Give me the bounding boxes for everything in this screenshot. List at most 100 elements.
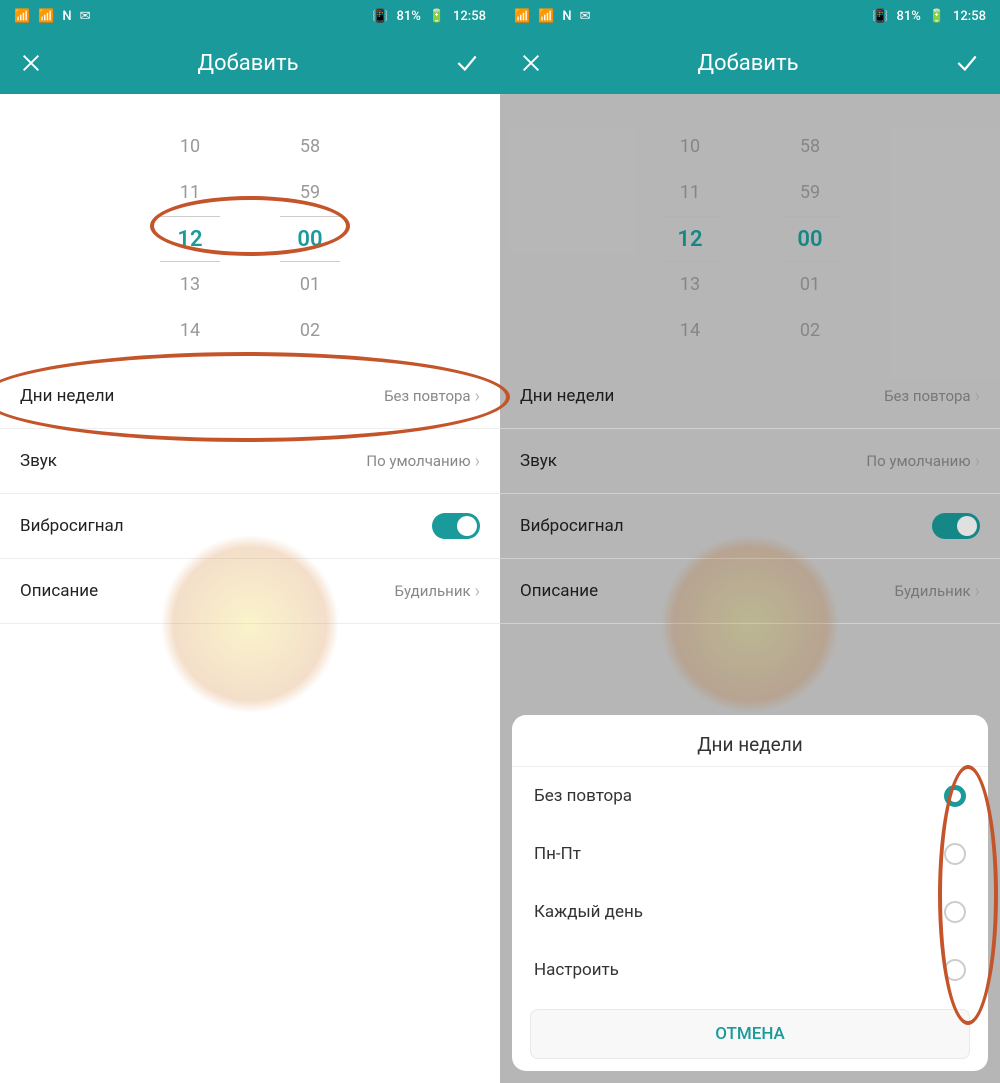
vibrate-label: Вибросигнал bbox=[20, 516, 124, 536]
description-label: Описание bbox=[520, 581, 598, 601]
minute-option: 59 bbox=[800, 170, 820, 216]
signal-icon-2: 📶 bbox=[538, 9, 554, 24]
app-bar: Добавить bbox=[500, 32, 1000, 94]
status-time: 12:58 bbox=[953, 9, 986, 24]
hour-selected: 12 bbox=[160, 216, 220, 262]
minute-wheel: 58 59 00 01 02 bbox=[780, 124, 840, 354]
close-icon[interactable] bbox=[520, 52, 542, 74]
page-title: Добавить bbox=[697, 51, 798, 76]
days-label: Дни недели bbox=[520, 386, 614, 406]
phone-right: 📶 📶 N ✉ 📳 81% 🔋 12:58 Добавить 10 11 12 bbox=[500, 0, 1000, 1083]
mail-icon: ✉ bbox=[580, 9, 591, 24]
status-bar: 📶 📶 N ✉ 📳 81% 🔋 12:58 bbox=[0, 0, 500, 32]
description-label: Описание bbox=[20, 581, 98, 601]
sheet-title: Дни недели bbox=[512, 715, 988, 767]
nfc-icon: N bbox=[562, 9, 571, 24]
hour-wheel: 10 11 12 13 14 bbox=[660, 124, 720, 354]
minute-option: 02 bbox=[300, 308, 320, 354]
minute-option: 01 bbox=[800, 262, 820, 308]
hour-option: 11 bbox=[680, 170, 700, 216]
minute-option: 58 bbox=[800, 124, 820, 170]
hour-selected: 12 bbox=[660, 216, 720, 262]
close-icon[interactable] bbox=[20, 52, 42, 74]
vibrate-toggle bbox=[932, 513, 980, 539]
hour-option: 14 bbox=[180, 308, 200, 354]
minute-wheel[interactable]: 58 59 00 01 02 bbox=[280, 124, 340, 354]
sound-label: Звук bbox=[520, 451, 557, 471]
sound-value: По умолчанию bbox=[866, 452, 970, 470]
description-row: Описание Будильник › bbox=[500, 559, 1000, 624]
vibrate-mode-icon: 📳 bbox=[372, 9, 388, 24]
radio-button[interactable] bbox=[944, 959, 966, 981]
vibrate-mode-icon: 📳 bbox=[872, 9, 888, 24]
phone-left: 📶 📶 N ✉ 📳 81% 🔋 12:58 Добавить 10 11 12 bbox=[0, 0, 500, 1083]
hour-option: 10 bbox=[180, 124, 200, 170]
battery-icon: 🔋 bbox=[929, 9, 945, 24]
signal-icon: 📶 bbox=[514, 9, 530, 24]
hour-option: 13 bbox=[680, 262, 700, 308]
nfc-icon: N bbox=[62, 9, 71, 24]
signal-icon: 📶 bbox=[14, 9, 30, 24]
days-row[interactable]: Дни недели Без повтора › bbox=[0, 364, 500, 429]
chevron-right-icon: › bbox=[475, 451, 480, 472]
cancel-button[interactable]: ОТМЕНА bbox=[530, 1009, 970, 1059]
days-value: Без повтора bbox=[884, 387, 971, 405]
option-label: Настроить bbox=[534, 960, 619, 980]
hour-wheel[interactable]: 10 11 12 13 14 bbox=[160, 124, 220, 354]
content-area: 10 11 12 13 14 58 59 00 01 02 Дни недели… bbox=[500, 94, 1000, 1083]
days-label: Дни недели bbox=[20, 386, 114, 406]
chevron-right-icon: › bbox=[975, 581, 980, 602]
status-time: 12:58 bbox=[453, 9, 486, 24]
time-picker[interactable]: 10 11 12 13 14 58 59 00 01 02 bbox=[0, 94, 500, 364]
signal-icon-2: 📶 bbox=[38, 9, 54, 24]
page-title: Добавить bbox=[197, 51, 298, 76]
chevron-right-icon: › bbox=[475, 581, 480, 602]
description-value: Будильник bbox=[895, 582, 971, 600]
battery-icon: 🔋 bbox=[429, 9, 445, 24]
mail-icon: ✉ bbox=[80, 9, 91, 24]
minute-option: 01 bbox=[300, 262, 320, 308]
content-area: 10 11 12 13 14 58 59 00 01 02 Дни недели… bbox=[0, 94, 500, 1083]
description-row[interactable]: Описание Будильник › bbox=[0, 559, 500, 624]
description-value: Будильник bbox=[395, 582, 471, 600]
app-bar: Добавить bbox=[0, 32, 500, 94]
radio-button[interactable] bbox=[944, 785, 966, 807]
radio-option-everyday[interactable]: Каждый день bbox=[512, 883, 988, 941]
vibrate-row: Вибросигнал bbox=[500, 494, 1000, 559]
radio-option-no-repeat[interactable]: Без повтора bbox=[512, 767, 988, 825]
radio-option-weekdays[interactable]: Пн-Пт bbox=[512, 825, 988, 883]
minute-option: 02 bbox=[800, 308, 820, 354]
days-row: Дни недели Без повтора › bbox=[500, 364, 1000, 429]
hour-option: 14 bbox=[680, 308, 700, 354]
confirm-icon[interactable] bbox=[454, 50, 480, 76]
minute-selected: 00 bbox=[780, 216, 840, 262]
days-bottom-sheet: Дни недели Без повтора Пн-Пт Каждый день… bbox=[512, 715, 988, 1071]
confirm-icon[interactable] bbox=[954, 50, 980, 76]
option-label: Без повтора bbox=[534, 786, 632, 806]
sound-row: Звук По умолчанию › bbox=[500, 429, 1000, 494]
vibrate-toggle[interactable] bbox=[432, 513, 480, 539]
vibrate-label: Вибросигнал bbox=[520, 516, 624, 536]
radio-button[interactable] bbox=[944, 843, 966, 865]
hour-option: 10 bbox=[680, 124, 700, 170]
battery-percent: 81% bbox=[396, 9, 420, 24]
chevron-right-icon: › bbox=[975, 386, 980, 407]
hour-option: 11 bbox=[180, 170, 200, 216]
chevron-right-icon: › bbox=[475, 386, 480, 407]
minute-selected: 00 bbox=[280, 216, 340, 262]
status-bar: 📶 📶 N ✉ 📳 81% 🔋 12:58 bbox=[500, 0, 1000, 32]
sound-value: По умолчанию bbox=[366, 452, 470, 470]
days-value: Без повтора bbox=[384, 387, 471, 405]
radio-option-custom[interactable]: Настроить bbox=[512, 941, 988, 999]
battery-percent: 81% bbox=[896, 9, 920, 24]
vibrate-row: Вибросигнал bbox=[0, 494, 500, 559]
chevron-right-icon: › bbox=[975, 451, 980, 472]
sound-row[interactable]: Звук По умолчанию › bbox=[0, 429, 500, 494]
option-label: Каждый день bbox=[534, 902, 643, 922]
minute-option: 58 bbox=[300, 124, 320, 170]
minute-option: 59 bbox=[300, 170, 320, 216]
option-label: Пн-Пт bbox=[534, 844, 581, 864]
hour-option: 13 bbox=[180, 262, 200, 308]
sound-label: Звук bbox=[20, 451, 57, 471]
radio-button[interactable] bbox=[944, 901, 966, 923]
